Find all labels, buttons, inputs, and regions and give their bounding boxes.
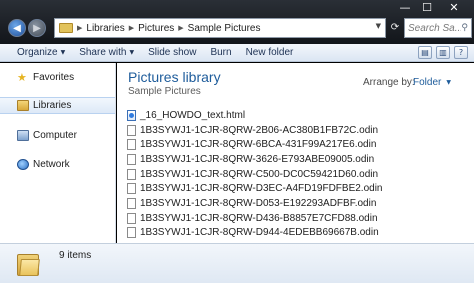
sidebar-item-label: Favorites [33,72,75,83]
sidebar-item-computer[interactable]: Computer [0,127,115,144]
burn-label: Burn [210,47,232,58]
file-name: 1B3SYWJ1-1CJR-8QRW-6BCA-431F99A217E6.odi… [140,139,377,151]
file-row[interactable]: 1B3SYWJ1-1CJR-8QRW-D436-B8857E7CFD88.odi… [127,211,427,226]
file-row[interactable]: 1B3SYWJ1-1CJR-8QRW-D3EC-A4FD19FDFBE2.odi… [127,181,427,196]
refresh-button[interactable]: ⟳ [388,18,402,38]
back-arrow-icon: ◀ [13,22,21,34]
library-title: Pictures library [128,69,221,85]
window-controls: — ☐ ✕ [394,0,470,18]
sidebar-item-label: Libraries [33,100,72,111]
file-name: 1B3SYWJ1-1CJR-8QRW-C500-DC0C59421D60.odi… [140,168,379,180]
slide-show-button[interactable]: Slide show [148,47,196,58]
close-button[interactable]: ✕ [438,0,470,18]
network-icon [17,159,29,170]
file-view: Pictures library Sample Pictures Arrange… [117,63,474,243]
file-icon [127,139,136,151]
organize-button[interactable]: Organize ▼ [17,47,65,58]
sidebar-item-libraries[interactable]: Libraries [0,97,115,114]
breadcrumb-libraries[interactable]: Libraries [86,23,124,34]
new-folder-button[interactable]: New folder [246,47,294,58]
html-file-icon [127,109,136,121]
chevron-down-icon: ▼ [129,49,135,56]
file-icon [127,227,136,239]
file-row[interactable]: 1B3SYWJ1-1CJR-8QRW-3626-E793ABE09005.odi… [127,152,427,167]
chevron-down-icon: ▼ [446,79,451,86]
breadcrumb-label: Libraries [86,22,125,34]
arrange-by-dropdown[interactable]: Folder ▼ [413,77,451,88]
file-row[interactable]: 1B3SYWJ1-1CJR-8QRW-2B06-AC380B1FB72C.odi… [127,123,427,138]
forward-button[interactable]: ▶ [28,19,46,37]
library-subtitle: Sample Pictures [128,86,201,97]
folder-front [19,259,40,276]
library-icon [17,100,29,111]
file-icon [127,153,136,165]
file-row[interactable]: 1B3SYWJ1-1CJR-8QRW-D053-E192293ADFBF.odi… [127,196,427,211]
breadcrumb-separator-icon[interactable]: ▶ [129,24,134,32]
file-row[interactable]: _16_HOWDO_text.html [127,108,427,123]
file-icon [127,183,136,195]
help-icon[interactable]: ? [454,46,468,59]
file-icon [127,168,136,180]
breadcrumb-label: Pictures [138,22,175,34]
search-icon: ⚲ [461,23,468,33]
file-icon [127,212,136,224]
breadcrumb-pictures[interactable]: Pictures [138,23,174,34]
change-view-icon[interactable]: ▤ [418,46,432,59]
folder-icon [17,251,41,277]
sidebar-item-favorites[interactable]: ★ Favorites [0,69,115,86]
file-icon [127,124,136,136]
file-name: 1B3SYWJ1-1CJR-8QRW-2B06-AC380B1FB72C.odi… [140,124,379,136]
address-bar[interactable]: ▶ Libraries ▶ Pictures ▶ Sample Pictures… [54,18,386,38]
share-with-label: Share with [79,47,127,58]
search-placeholder: Search Sa... [408,22,462,34]
file-list: _16_HOWDO_text.html 1B3SYWJ1-1CJR-8QRW-2B… [127,108,427,240]
arrange-by-value: Folder [413,77,442,88]
computer-icon [17,130,29,141]
navigation-pane: ★ Favorites Libraries Computer Network [0,63,116,243]
file-name: _16_HOWDO_text.html [140,109,246,121]
file-name: 1B3SYWJ1-1CJR-8QRW-D053-E192293ADFBF.odi… [140,197,377,209]
preview-pane-icon[interactable]: ▥ [436,46,450,59]
breadcrumb-sample-pictures[interactable]: Sample Pictures [188,23,261,34]
new-folder-label: New folder [245,47,294,58]
forward-arrow-icon: ▶ [33,22,41,34]
item-count: 9 items [59,250,92,261]
file-icon [127,197,136,209]
file-name: 1B3SYWJ1-1CJR-8QRW-D944-4EDEBB69667B.odi… [140,227,379,239]
folder-icon [59,23,73,33]
breadcrumb-label: Sample Pictures [187,22,261,34]
view-controls: ▤ ▥ ? [414,46,468,59]
slide-show-label: Slide show [148,47,197,58]
arrange-by-label: Arrange by: [363,77,415,88]
organize-label: Organize [17,47,58,58]
star-icon: ★ [17,71,27,84]
search-input[interactable]: Search Sa... ⚲ [404,18,472,38]
maximize-button[interactable]: ☐ [416,0,438,18]
file-row[interactable]: 1B3SYWJ1-1CJR-8QRW-6BCA-431F99A217E6.odi… [127,137,427,152]
command-bar: Organize ▼ Share with ▼ Slide show Burn … [0,44,474,62]
breadcrumb-separator-icon: ▶ [77,24,83,32]
share-with-button[interactable]: Share with ▼ [79,47,134,58]
sidebar-item-label: Computer [33,130,77,141]
file-name: 1B3SYWJ1-1CJR-8QRW-D3EC-A4FD19FDFBE2.odi… [140,183,383,195]
back-button[interactable]: ◀ [8,19,26,37]
file-row[interactable]: 1B3SYWJ1-1CJR-8QRW-D944-4EDEBB69667B.odi… [127,226,427,241]
details-pane: 9 items [0,243,474,283]
window-titlebar: — ☐ ✕ ◀ ▶ ▶ Libraries ▶ Pictures ▶ Sampl… [0,0,474,44]
file-name: 1B3SYWJ1-1CJR-8QRW-D436-B8857E7CFD88.odi… [140,212,378,224]
burn-button[interactable]: Burn [210,47,231,58]
file-row[interactable]: 1B3SYWJ1-1CJR-8QRW-C500-DC0C59421D60.odi… [127,167,427,182]
sidebar-item-label: Network [33,159,70,170]
minimize-button[interactable]: — [394,0,416,18]
address-history-dropdown-icon[interactable]: ▼ [376,22,381,30]
sidebar-item-network[interactable]: Network [0,156,115,173]
file-name: 1B3SYWJ1-1CJR-8QRW-3626-E793ABE09005.odi… [140,153,375,165]
breadcrumb-separator-icon[interactable]: ▶ [178,24,183,32]
chevron-down-icon: ▼ [60,49,66,56]
